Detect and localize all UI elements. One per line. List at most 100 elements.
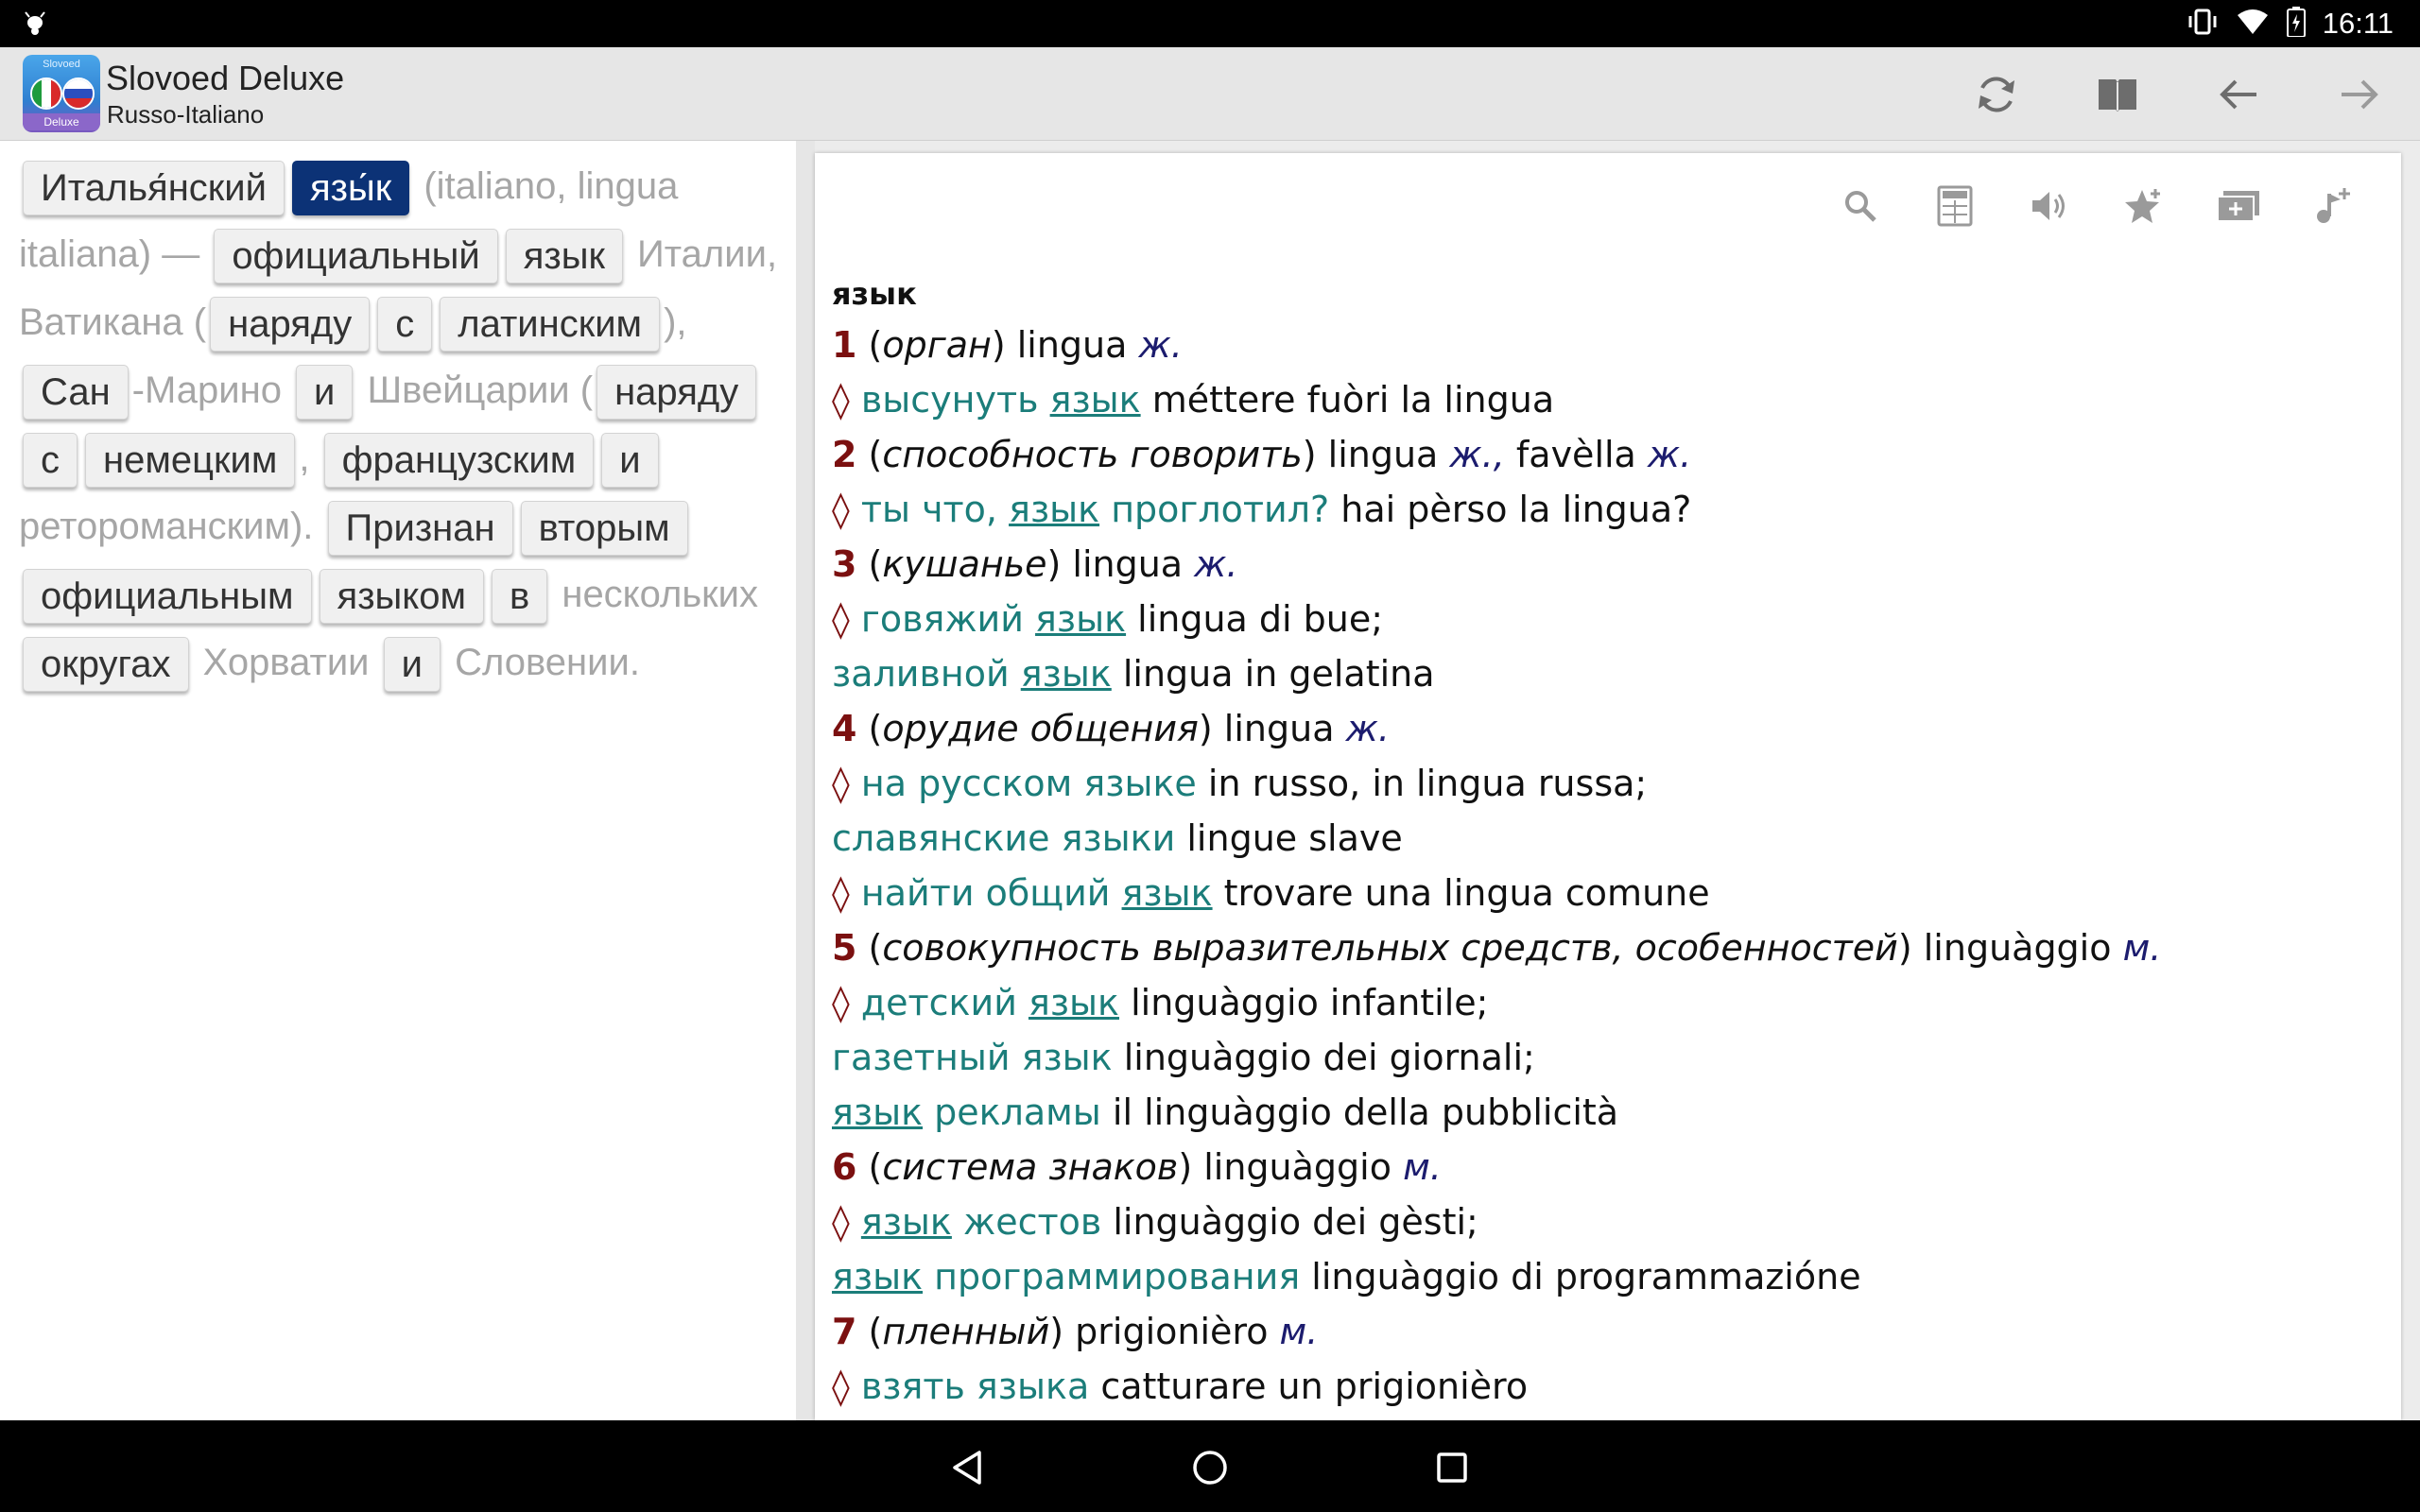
word-chip[interactable]: латинским: [440, 297, 661, 352]
example-line: славянские языки lingue slave: [832, 811, 2382, 866]
word-chip[interactable]: наряду: [596, 365, 757, 421]
ru-phrase[interactable]: славянские языки: [832, 817, 1175, 859]
it-translation: linguàggio infantile;: [1119, 982, 1489, 1023]
word-chip[interactable]: и: [383, 637, 441, 693]
translation: ) linguàggio: [1178, 1146, 1404, 1188]
idiom-marker: ◊: [832, 489, 861, 530]
ru-phrase[interactable]: высунуть: [861, 379, 1050, 421]
recents-square-icon: [1437, 1452, 1467, 1483]
word-chip[interactable]: французским: [323, 433, 595, 489]
pane-divider[interactable]: [796, 141, 815, 1420]
ru-phrase[interactable]: заливной: [832, 653, 1021, 695]
ru-phrase[interactable]: найти общий: [861, 872, 1122, 914]
word-chip[interactable]: и: [601, 433, 659, 489]
ru-phrase[interactable]: говяжий: [861, 598, 1035, 640]
headword-link[interactable]: язык: [861, 1201, 952, 1243]
headword-link[interactable]: язык: [1009, 489, 1099, 530]
gender-label[interactable]: ж.: [1346, 708, 1390, 749]
headword-link[interactable]: язык: [1021, 653, 1112, 695]
add-card-button[interactable]: [2212, 180, 2265, 232]
example-line: ◊ на русском языке in russo, in lingua r…: [832, 756, 2382, 811]
word-chip[interactable]: Сан: [23, 365, 129, 421]
navigation-bar: [0, 1420, 2420, 1512]
nav-recents-button[interactable]: [1426, 1441, 1478, 1494]
headword-link[interactable]: язык: [832, 1091, 923, 1133]
ru-phrase[interactable]: рекламы: [923, 1091, 1101, 1133]
ru-phrase[interactable]: проглотил?: [1099, 489, 1329, 530]
it-translation: in russo, in lingua russa;: [1196, 763, 1648, 804]
sense-number: 6: [832, 1146, 857, 1188]
history-back-button[interactable]: [2212, 68, 2265, 121]
music-note-add-icon: [2317, 188, 2350, 223]
gender-label[interactable]: м.: [1403, 1146, 1442, 1188]
example-line: ◊ найти общий язык trovare una lingua co…: [832, 866, 2382, 920]
word-chip[interactable]: Признан: [327, 501, 513, 557]
gender-label[interactable]: м.: [2123, 927, 2162, 969]
ru-phrase[interactable]: программирования: [923, 1256, 1300, 1297]
word-chip[interactable]: вторым: [520, 501, 688, 557]
word-chip[interactable]: округах: [23, 637, 189, 693]
example-line: язык рекламы il linguàggio della pubblic…: [832, 1085, 2382, 1140]
ru-phrase[interactable]: ты что,: [861, 489, 1009, 530]
word-chip[interactable]: официальный: [214, 229, 498, 284]
wifi-icon: [2236, 8, 2270, 40]
word-chip[interactable]: Италья́нский: [23, 161, 285, 216]
headword-link[interactable]: язык: [1028, 982, 1119, 1023]
ru-phrase[interactable]: детский: [861, 982, 1028, 1023]
pronounce-button[interactable]: [2023, 180, 2076, 232]
battery-charging-icon: [2286, 7, 2306, 41]
headword-link[interactable]: язык: [1050, 379, 1141, 421]
translation: ) lingua: [1046, 543, 1195, 585]
sync-button[interactable]: [1970, 68, 2023, 121]
headword-link[interactable]: язык: [832, 1256, 923, 1297]
ru-phrase[interactable]: жестов: [952, 1201, 1101, 1243]
ru-phrase[interactable]: на русском языке: [861, 763, 1197, 804]
add-to-playlist-button[interactable]: [2307, 180, 2360, 232]
gender-label[interactable]: ж.: [1194, 543, 1237, 585]
word-chip[interactable]: язык: [505, 229, 623, 284]
plain-text: Хорватии: [192, 642, 380, 683]
paren-open: (: [856, 927, 883, 969]
add-favorite-button[interactable]: [2118, 180, 2170, 232]
word-chip-selected[interactable]: язы́к: [291, 161, 410, 216]
gender-label[interactable]: ж.: [1139, 324, 1183, 366]
nav-home-button[interactable]: [1184, 1441, 1236, 1494]
word-chip[interactable]: и: [296, 365, 354, 421]
word-chip[interactable]: в: [491, 569, 548, 625]
app-logo-icon: Slovoed Deluxe: [23, 55, 100, 132]
sense-number: 7: [832, 1311, 857, 1352]
word-chip[interactable]: с: [377, 297, 433, 352]
headword-link[interactable]: язык: [1122, 872, 1213, 914]
word-chip[interactable]: наряду: [210, 297, 371, 352]
ru-phrase[interactable]: газетный язык: [832, 1037, 1113, 1078]
sense-gloss: система знаков: [882, 1146, 1179, 1188]
sense-number: 5: [832, 927, 857, 969]
paren-open: (: [856, 1311, 883, 1352]
gender-label[interactable]: ж.: [1648, 434, 1691, 475]
italian-flag-icon: [30, 77, 62, 110]
sense-line: 3 (кушанье) lingua ж.: [832, 537, 2382, 592]
gender-label[interactable]: ж.,: [1449, 434, 1504, 475]
ru-phrase[interactable]: взять языка: [861, 1366, 1089, 1407]
it-translation: lingua di bue;: [1126, 598, 1384, 640]
search-button[interactable]: [1834, 180, 1887, 232]
example-line: ◊ взять языка catturare un prigionièro: [832, 1359, 2382, 1414]
word-chip[interactable]: официальным: [23, 569, 312, 625]
sense-line: 5 (совокупность выразительных средств, о…: [832, 920, 2382, 975]
word-chip[interactable]: языком: [319, 569, 484, 625]
it-translation: lingue slave: [1175, 817, 1403, 859]
dictionary-entry-pane: язык 1 (орган) lingua ж. ◊ высунуть язык…: [815, 153, 2401, 1420]
dictionary-direction[interactable]: Russo-Italiano: [107, 100, 264, 129]
paren-open: (: [856, 434, 883, 475]
calculator-button[interactable]: [1928, 180, 1981, 232]
app-logo-bottom-text: Deluxe: [23, 113, 100, 130]
word-chip[interactable]: с: [23, 433, 78, 489]
sync-icon: [1979, 77, 2014, 112]
nav-back-button[interactable]: [942, 1441, 994, 1494]
history-forward-button[interactable]: [2333, 68, 2386, 121]
word-chip[interactable]: немецким: [85, 433, 296, 489]
headword-link[interactable]: язык: [1035, 598, 1126, 640]
gender-label[interactable]: м.: [1280, 1311, 1319, 1352]
dictionary-book-button[interactable]: [2091, 68, 2144, 121]
sense-line: 1 (орган) lingua ж.: [832, 318, 2382, 372]
